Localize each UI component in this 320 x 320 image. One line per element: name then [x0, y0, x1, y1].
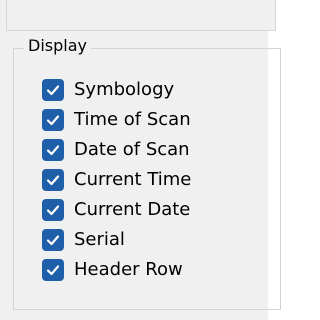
check-icon — [46, 205, 60, 216]
upper-panel — [6, 0, 276, 31]
option-date-of-scan[interactable]: Date of Scan — [42, 135, 191, 165]
check-icon — [46, 85, 60, 96]
date-of-scan-checkbox[interactable] — [42, 139, 64, 161]
serial-checkbox[interactable] — [42, 229, 64, 251]
option-time-of-scan[interactable]: Time of Scan — [42, 105, 191, 135]
time-of-scan-label: Time of Scan — [74, 109, 191, 130]
header-row-label: Header Row — [74, 259, 183, 280]
current-time-label: Current Time — [74, 169, 192, 190]
time-of-scan-checkbox[interactable] — [42, 109, 64, 131]
date-of-scan-label: Date of Scan — [74, 139, 190, 160]
option-current-date[interactable]: Current Date — [42, 195, 191, 225]
header-row-checkbox[interactable] — [42, 259, 64, 281]
current-date-checkbox[interactable] — [42, 199, 64, 221]
display-options-list: Symbology Time of Scan Date of Scan Curr… — [42, 75, 191, 285]
check-icon — [46, 145, 60, 156]
check-icon — [46, 235, 60, 246]
option-serial[interactable]: Serial — [42, 225, 191, 255]
symbology-checkbox[interactable] — [42, 79, 64, 101]
serial-label: Serial — [74, 229, 125, 250]
check-icon — [46, 115, 60, 126]
option-symbology[interactable]: Symbology — [42, 75, 191, 105]
check-icon — [46, 265, 60, 276]
symbology-label: Symbology — [74, 79, 175, 100]
current-time-checkbox[interactable] — [42, 169, 64, 191]
current-date-label: Current Date — [74, 199, 191, 220]
option-current-time[interactable]: Current Time — [42, 165, 191, 195]
display-group-title: Display — [24, 35, 91, 57]
option-header-row[interactable]: Header Row — [42, 255, 191, 285]
check-icon — [46, 175, 60, 186]
